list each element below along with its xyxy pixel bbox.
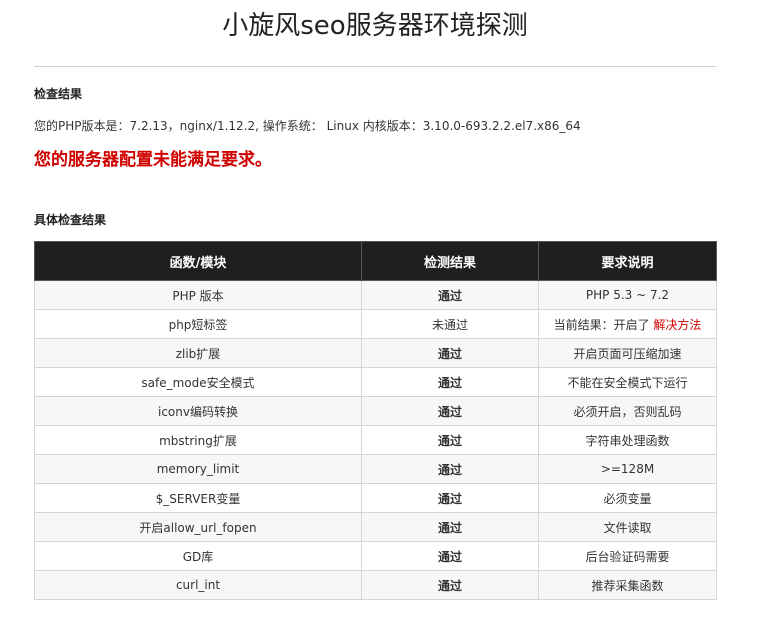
module-name: 开启allow_url_fopen [34,512,362,542]
requirement-note-cell: 当前结果：开启了 解决方法 [538,309,717,339]
check-result: 通过 [361,541,539,571]
module-name: zlib扩展 [34,338,362,368]
module-name: $_SERVER变量 [34,483,362,513]
check-result: 通过 [361,367,539,397]
table-header-row: 函数/模块 检测结果 要求说明 [34,241,717,281]
requirement-note: 推荐采集函数 [538,570,717,600]
module-name: PHP 版本 [34,280,362,310]
results-table: 函数/模块 检测结果 要求说明 PHP 版本 通过 PHP 5.3 ~ 7.2 … [34,241,717,600]
table-row: $_SERVER变量 通过 必须变量 [34,483,717,513]
table-row: memory_limit 通过 >=128M [34,454,717,484]
divider [34,66,716,67]
module-name: memory_limit [34,454,362,484]
environment-info: 您的PHP版本是：7.2.13，nginx/1.12.2, 操作系统： Linu… [34,119,581,133]
requirements-warning: 您的服务器配置未能满足要求。 [34,150,272,170]
table-row: curl_int 通过 推荐采集函数 [34,570,717,600]
check-result: 通过 [361,454,539,484]
check-result: 通过 [361,512,539,542]
details-heading: 具体检查结果 [34,213,107,227]
check-result: 通过 [361,396,539,426]
requirement-note: 当前结果：开启了 [553,317,650,332]
table-row: mbstring扩展 通过 字符串处理函数 [34,425,717,455]
module-name: iconv编码转换 [34,396,362,426]
requirement-note: >=128M [538,454,717,484]
table-row: GD库 通过 后台验证码需要 [34,541,717,571]
requirement-note: 开启页面可压缩加速 [538,338,717,368]
requirement-note: 不能在安全模式下运行 [538,367,717,397]
check-result: 通过 [361,338,539,368]
module-name: curl_int [34,570,362,600]
requirement-note: PHP 5.3 ~ 7.2 [538,280,717,310]
table-row: php短标签 未通过 当前结果：开启了 解决方法 [34,309,717,339]
module-name: php短标签 [34,309,362,339]
module-name: GD库 [34,541,362,571]
requirement-note: 后台验证码需要 [538,541,717,571]
check-result: 未通过 [361,309,539,339]
page: 小旋风seo服务器环境探测 检查结果 您的PHP版本是：7.2.13，nginx… [0,0,773,624]
requirement-note: 必须变量 [538,483,717,513]
module-name: mbstring扩展 [34,425,362,455]
table-row: iconv编码转换 通过 必须开启，否则乱码 [34,396,717,426]
check-result: 通过 [361,280,539,310]
page-title: 小旋风seo服务器环境探测 [222,11,528,41]
column-header-requirement: 要求说明 [538,241,717,281]
module-name: safe_mode安全模式 [34,367,362,397]
requirement-note: 必须开启，否则乱码 [538,396,717,426]
requirement-note: 文件读取 [538,512,717,542]
column-header-module: 函数/模块 [34,241,362,281]
table-row: 开启allow_url_fopen 通过 文件读取 [34,512,717,542]
check-result: 通过 [361,570,539,600]
table-row: zlib扩展 通过 开启页面可压缩加速 [34,338,717,368]
solution-link[interactable]: 解决方法 [653,318,701,332]
check-result: 通过 [361,425,539,455]
check-result: 通过 [361,483,539,513]
table-row: safe_mode安全模式 通过 不能在安全模式下运行 [34,367,717,397]
results-table-body: PHP 版本 通过 PHP 5.3 ~ 7.2 php短标签 未通过 当前结果：… [34,280,717,600]
summary-heading: 检查结果 [34,87,83,101]
column-header-result: 检测结果 [361,241,539,281]
requirement-note: 字符串处理函数 [538,425,717,455]
table-row: PHP 版本 通过 PHP 5.3 ~ 7.2 [34,280,717,310]
